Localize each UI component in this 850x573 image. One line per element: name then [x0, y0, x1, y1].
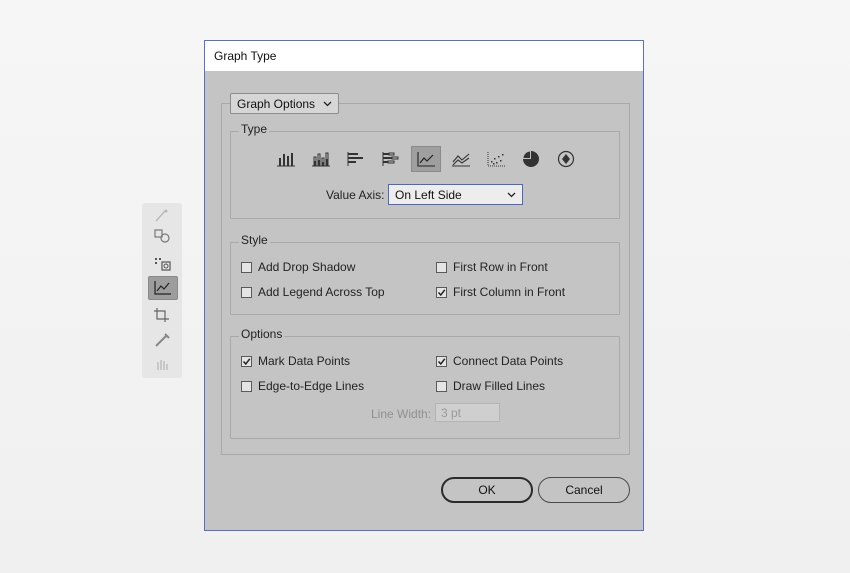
edge-to-edge-label: Edge-to-Edge Lines [258, 379, 365, 393]
style-group: Style Add Drop Shadow Add Legend Across … [230, 233, 620, 315]
value-axis-value: On Left Side [395, 187, 462, 202]
radar-graph-icon[interactable] [551, 146, 581, 172]
line-width-input[interactable]: 3 pt [435, 403, 500, 422]
scatter-graph-icon[interactable] [481, 146, 511, 172]
type-group: Type Value Axis: On Left Side [230, 122, 620, 219]
symbol-sprayer-icon[interactable] [148, 205, 176, 227]
chevron-down-icon [507, 192, 516, 197]
bar-graph-icon[interactable] [341, 146, 371, 172]
checkbox-box[interactable] [241, 261, 252, 273]
symbol-icon[interactable] [148, 225, 176, 247]
column-graph-tool-icon[interactable] [148, 253, 176, 275]
options-group: Options Mark Data Points Edge-to-Edge Li… [230, 327, 620, 439]
first-column-checkbox[interactable]: First Column in Front [436, 285, 565, 299]
eyedropper-icon[interactable] [148, 329, 176, 351]
checkmark-icon [437, 357, 446, 365]
column-graph-icon[interactable] [271, 146, 301, 172]
graph-type-dialog: Graph Type Graph Options Type Value Axis… [204, 40, 644, 531]
artboard-icon[interactable] [148, 304, 176, 326]
area-graph-icon[interactable] [446, 146, 476, 172]
checkmark-icon [242, 357, 251, 365]
line-graph-tool-icon[interactable] [148, 276, 178, 300]
graph-options-label: Graph Options [237, 96, 316, 111]
draw-filled-lines-label: Draw Filled Lines [453, 379, 546, 393]
first-row-label: First Row in Front [453, 260, 548, 274]
line-width-label: Line Width: [371, 407, 432, 421]
graph-type-icons [271, 146, 586, 172]
connect-data-points-checkbox[interactable]: Connect Data Points [436, 354, 563, 368]
hand-icon[interactable] [148, 353, 176, 375]
style-group-label: Style [239, 233, 270, 247]
checkbox-box[interactable] [436, 355, 447, 367]
draw-filled-lines-checkbox[interactable]: Draw Filled Lines [436, 379, 545, 393]
value-axis-label: Value Axis: [326, 188, 385, 202]
line-graph-icon[interactable] [411, 146, 441, 172]
stacked-bar-graph-icon[interactable] [376, 146, 406, 172]
connect-data-points-label: Connect Data Points [453, 354, 564, 368]
ok-button[interactable]: OK [441, 477, 533, 503]
edge-to-edge-checkbox[interactable]: Edge-to-Edge Lines [241, 379, 364, 393]
mark-data-points-label: Mark Data Points [258, 354, 351, 368]
add-drop-shadow-label: Add Drop Shadow [258, 260, 356, 274]
first-column-label: First Column in Front [453, 285, 566, 299]
type-group-label: Type [239, 122, 270, 136]
checkbox-box[interactable] [436, 261, 447, 273]
tools-panel [142, 203, 182, 378]
cancel-button[interactable]: Cancel [538, 477, 630, 503]
mark-data-points-checkbox[interactable]: Mark Data Points [241, 354, 350, 368]
stacked-column-graph-icon[interactable] [306, 146, 336, 172]
checkmark-icon [437, 288, 446, 296]
first-row-checkbox[interactable]: First Row in Front [436, 260, 548, 274]
checkbox-box[interactable] [241, 380, 252, 392]
dialog-title: Graph Type [205, 41, 643, 71]
checkbox-box[interactable] [241, 286, 252, 298]
add-drop-shadow-checkbox[interactable]: Add Drop Shadow [241, 260, 355, 274]
graph-options-dropdown[interactable]: Graph Options [230, 93, 340, 114]
checkbox-box[interactable] [241, 355, 252, 367]
add-legend-checkbox[interactable]: Add Legend Across Top [241, 285, 385, 299]
options-group-label: Options [239, 327, 285, 341]
value-axis-select[interactable]: On Left Side [388, 184, 523, 205]
checkbox-box[interactable] [436, 286, 447, 298]
checkbox-box[interactable] [436, 380, 447, 392]
pie-graph-icon[interactable] [516, 146, 546, 172]
chevron-down-icon [323, 101, 332, 106]
add-legend-label: Add Legend Across Top [258, 285, 385, 299]
